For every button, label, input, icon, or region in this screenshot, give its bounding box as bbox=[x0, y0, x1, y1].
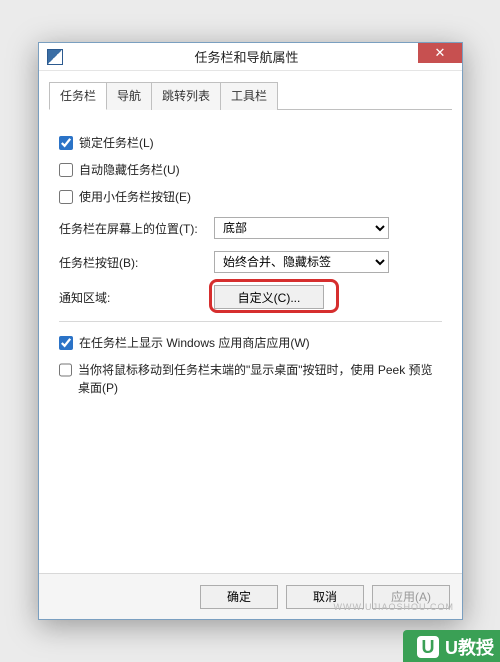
tab-jumplist[interactable]: 跳转列表 bbox=[151, 82, 221, 110]
customize-button[interactable]: 自定义(C)... bbox=[214, 285, 324, 309]
button-bar: 确定 取消 应用(A) bbox=[39, 573, 462, 619]
lock-taskbar-label: 锁定任务栏(L) bbox=[79, 134, 154, 151]
autohide-checkbox[interactable] bbox=[59, 163, 73, 177]
tab-taskbar[interactable]: 任务栏 bbox=[49, 82, 107, 110]
titlebar: 任务栏和导航属性 ✕ bbox=[39, 43, 462, 71]
taskbar-panel: 锁定任务栏(L) 自动隐藏任务栏(U) 使用小任务栏按钮(E) 任务栏在屏幕上的… bbox=[39, 110, 462, 604]
peek-checkbox[interactable] bbox=[59, 363, 72, 377]
position-label: 任务栏在屏幕上的位置(T): bbox=[59, 220, 214, 237]
store-apps-checkbox[interactable] bbox=[59, 336, 73, 350]
ok-button[interactable]: 确定 bbox=[200, 585, 278, 609]
watermark-url: WWW.UJIAOSHOU.COM bbox=[334, 602, 455, 612]
brand-icon: U bbox=[417, 636, 439, 658]
brand-badge: U U教授 bbox=[403, 630, 500, 662]
peek-label: 当你将鼠标移动到任务栏末端的"显示桌面"按钮时，使用 Peek 预览桌面(P) bbox=[78, 361, 442, 397]
window-title: 任务栏和导航属性 bbox=[71, 47, 422, 66]
position-select[interactable]: 底部 bbox=[214, 217, 389, 239]
autohide-label: 自动隐藏任务栏(U) bbox=[79, 161, 180, 178]
tab-strip: 任务栏 导航 跳转列表 工具栏 bbox=[49, 81, 452, 110]
store-apps-label: 在任务栏上显示 Windows 应用商店应用(W) bbox=[79, 334, 310, 351]
buttons-label: 任务栏按钮(B): bbox=[59, 254, 214, 271]
close-button[interactable]: ✕ bbox=[418, 43, 462, 63]
tab-toolbars[interactable]: 工具栏 bbox=[220, 82, 278, 110]
lock-taskbar-checkbox[interactable] bbox=[59, 136, 73, 150]
notify-label: 通知区域: bbox=[59, 289, 214, 306]
small-buttons-label: 使用小任务栏按钮(E) bbox=[79, 188, 191, 205]
divider bbox=[59, 321, 442, 322]
tab-navigation[interactable]: 导航 bbox=[106, 82, 152, 110]
properties-window: 任务栏和导航属性 ✕ 任务栏 导航 跳转列表 工具栏 锁定任务栏(L) 自动隐藏… bbox=[38, 42, 463, 620]
buttons-select[interactable]: 始终合并、隐藏标签 bbox=[214, 251, 389, 273]
window-icon bbox=[47, 49, 63, 65]
brand-text: U教授 bbox=[445, 634, 494, 660]
small-buttons-checkbox[interactable] bbox=[59, 190, 73, 204]
